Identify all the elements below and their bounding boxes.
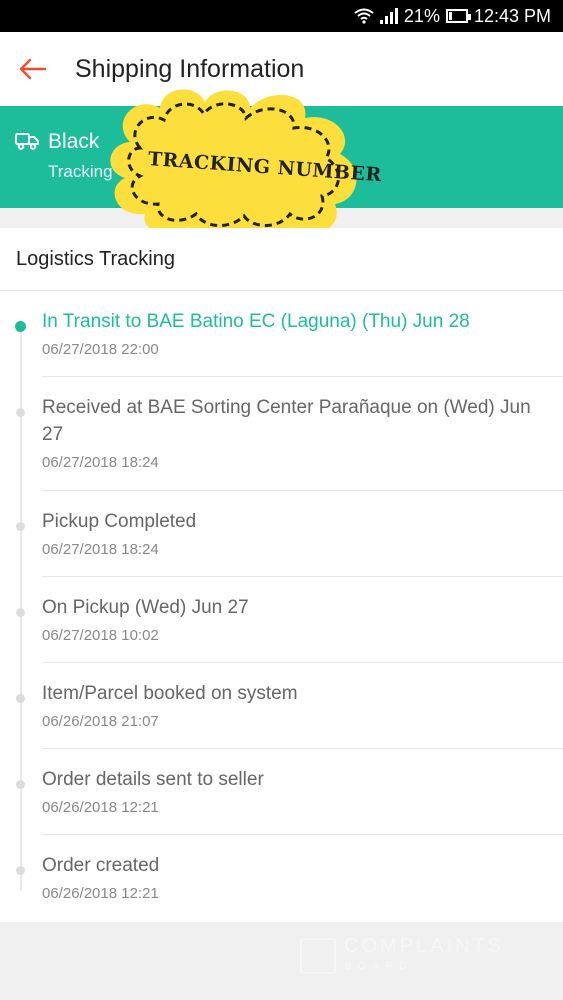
timeline-event: Received at BAE Sorting Center Parañaque… — [16, 377, 563, 491]
event-time: 06/27/2018 18:24 — [42, 541, 159, 558]
arrow-left-icon — [19, 58, 46, 80]
status-bar: 21% 12:43 PM — [0, 0, 563, 32]
event-status: Order details sent to seller — [42, 769, 264, 790]
watermark-line1: COMPLAINTS — [344, 935, 505, 957]
event-status: Received at BAE Sorting Center Parañaque… — [42, 397, 531, 445]
watermark: COMPLAINTS BOARD — [300, 934, 540, 978]
section-header: Logistics Tracking — [0, 228, 563, 291]
timeline-event: In Transit to BAE Batino EC (Laguna) (Th… — [15, 291, 563, 377]
clock: 12:43 PM — [473, 5, 551, 26]
courier-name: Black — [48, 130, 100, 153]
status-dot-icon — [16, 694, 25, 703]
status-dot-icon — [16, 608, 25, 617]
event-time: 06/27/2018 22:00 — [42, 341, 159, 358]
timeline-event: Order created 06/26/2018 12:21 — [16, 835, 563, 921]
event-status: Pickup Completed — [42, 511, 197, 532]
timeline-event: Order details sent to seller 06/26/2018 1… — [16, 749, 563, 835]
watermark-logo — [300, 938, 336, 974]
page-title: Shipping Information — [75, 54, 305, 83]
battery-percent: 21% — [403, 5, 440, 26]
status-dot-icon — [16, 522, 25, 531]
status-dot-icon — [16, 866, 25, 875]
timeline-event: On Pickup (Wed) Jun 27 06/27/2018 10:02 — [16, 577, 563, 663]
watermark-line2: BOARD — [344, 960, 414, 972]
signal-icon — [379, 8, 398, 24]
timeline-event: Item/Parcel booked on system 06/26/2018 2… — [16, 663, 563, 749]
event-status: Order created — [42, 855, 160, 876]
logistics-panel: Logistics Tracking In Transit to BAE Bat… — [0, 228, 563, 922]
event-time: 06/27/2018 18:24 — [42, 454, 159, 471]
timeline-event: Pickup Completed 06/27/2018 18:24 — [16, 491, 563, 577]
event-status: In Transit to BAE Batino EC (Laguna) (Th… — [42, 311, 470, 332]
watermark-text: COMPLAINTS BOARD — [344, 936, 504, 976]
truck-icon — [15, 133, 39, 150]
event-time: 06/26/2018 12:21 — [42, 799, 159, 816]
event-time: 06/26/2018 12:21 — [42, 885, 159, 902]
back-button[interactable] — [16, 53, 48, 85]
tracking-timeline: In Transit to BAE Batino EC (Laguna) (Th… — [0, 291, 563, 921]
event-status: On Pickup (Wed) Jun 27 — [42, 597, 249, 618]
current-status-dot-icon — [15, 321, 26, 332]
event-time: 06/26/2018 21:07 — [42, 713, 159, 730]
event-status: Item/Parcel booked on system — [42, 683, 298, 704]
event-time: 06/27/2018 10:02 — [42, 627, 159, 644]
status-dot-icon — [16, 780, 25, 789]
battery-icon — [445, 9, 471, 23]
wifi-icon — [354, 8, 374, 24]
status-dot-icon — [16, 408, 25, 417]
